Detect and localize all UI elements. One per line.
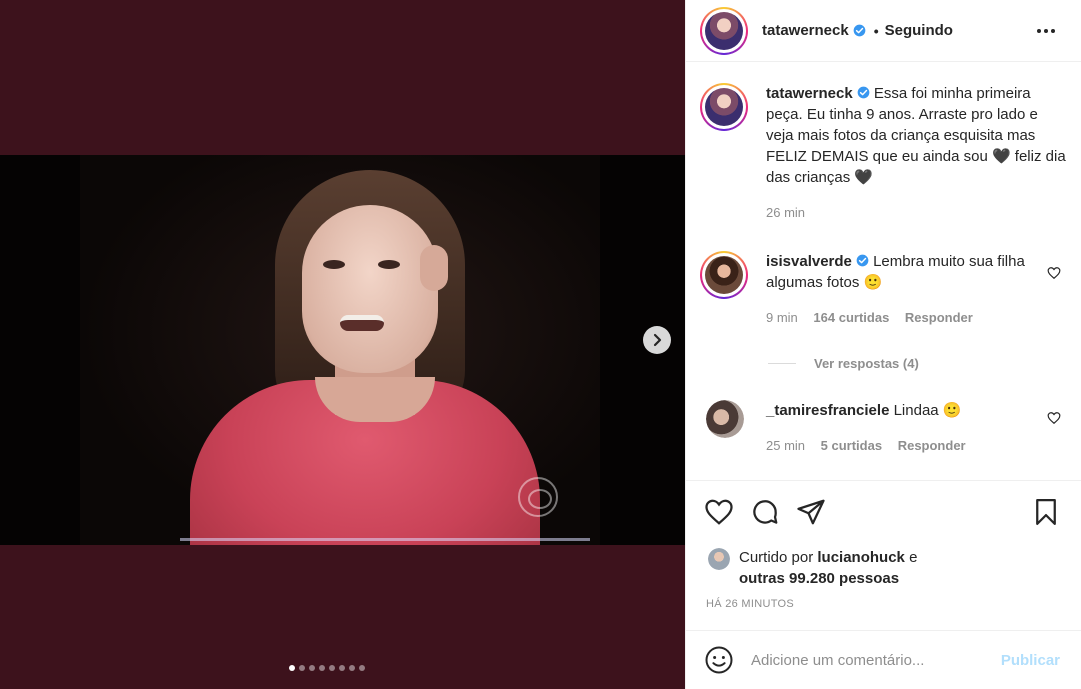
comment-item: isisvalverde Lembra muito sua filha algu… <box>700 251 1070 328</box>
liker-avatar[interactable] <box>708 548 730 570</box>
carousel-dot <box>329 665 335 671</box>
carousel-dot <box>299 665 305 671</box>
commenter-username[interactable]: isisvalverde <box>766 253 852 270</box>
post-time: HÁ 26 MINUTOS <box>706 598 795 610</box>
publish-button[interactable]: Publicar <box>1001 652 1060 669</box>
post-image[interactable] <box>0 155 685 545</box>
next-arrow-icon <box>653 333 662 347</box>
share-icon[interactable] <box>796 497 826 527</box>
carousel-dot <box>289 665 295 671</box>
post-header: tatawerneck • Seguindo <box>686 0 1081 62</box>
commenter-username[interactable]: _tamiresfranciele <box>766 402 889 419</box>
next-arrow-button[interactable] <box>643 326 671 354</box>
post-caption: tatawerneck Essa foi minha primeira peça… <box>700 83 1070 223</box>
carousel-dot <box>319 665 325 671</box>
comment-time: 9 min <box>766 310 798 325</box>
comment-heart-icon[interactable] <box>1047 411 1061 425</box>
carousel-dot <box>309 665 315 671</box>
comment-input[interactable] <box>751 651 971 669</box>
tv-watermark-logo <box>518 477 558 517</box>
post-sidebar: tatawerneck • Seguindo tatawerneck Essa … <box>685 0 1081 689</box>
add-comment-bar: Publicar <box>686 630 1081 689</box>
view-replies-button[interactable]: Ver respostas (4) <box>768 356 919 371</box>
verified-icon <box>856 254 869 267</box>
emoji-icon[interactable] <box>704 645 734 675</box>
carousel-dot <box>359 665 365 671</box>
comment-heart-icon[interactable] <box>1047 266 1061 280</box>
author-avatar[interactable] <box>700 6 748 55</box>
liker-username[interactable]: lucianohuck <box>817 549 905 566</box>
caption-time: 26 min <box>766 205 806 220</box>
verified-icon <box>857 86 870 99</box>
carousel-dot <box>339 665 345 671</box>
comment-text: Lindaa 🙂 <box>893 402 962 419</box>
reply-button[interactable]: Responder <box>905 310 973 325</box>
caption-username[interactable]: tatawerneck <box>766 85 853 102</box>
likes-summary: Curtido por lucianohuck e outras 99.280 … <box>708 547 969 589</box>
bookmark-icon[interactable] <box>1031 497 1061 527</box>
comment-likes[interactable]: 164 curtidas <box>813 310 889 325</box>
carousel-dot <box>349 665 355 671</box>
comment-item: _tamiresfranciele Lindaa 🙂 25 min 5 curt… <box>700 400 1070 456</box>
follow-status[interactable]: Seguindo <box>885 22 953 39</box>
commenter-avatar[interactable] <box>706 400 744 438</box>
post-actions: Curtido por lucianohuck e outras 99.280 … <box>686 480 1081 630</box>
verified-icon <box>853 24 866 37</box>
likes-others[interactable]: outras 99.280 pessoas <box>739 570 899 587</box>
comment-time: 25 min <box>766 438 806 453</box>
heart-icon[interactable] <box>704 497 734 527</box>
author-username[interactable]: tatawerneck <box>762 22 849 39</box>
reply-button[interactable]: Responder <box>898 438 966 453</box>
comment-likes[interactable]: 5 curtidas <box>821 438 882 453</box>
more-icon[interactable] <box>1037 22 1055 40</box>
post-media <box>0 0 685 689</box>
comment-icon[interactable] <box>750 497 780 527</box>
carousel-indicator <box>289 665 365 671</box>
caption-avatar[interactable] <box>700 83 748 131</box>
commenter-avatar[interactable] <box>700 251 748 299</box>
